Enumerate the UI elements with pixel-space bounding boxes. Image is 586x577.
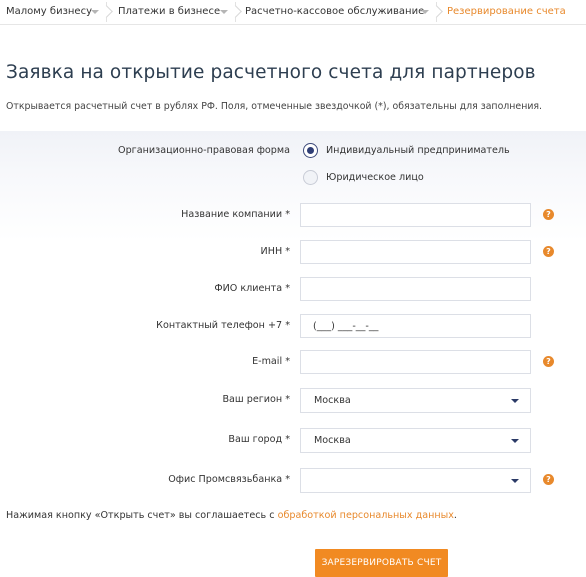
consent-prefix: Нажимая кнопку «Открыть счет» вы соглаша… bbox=[6, 510, 278, 521]
client-name-label: ФИО клиента * bbox=[214, 283, 290, 294]
breadcrumb: Малому бизнесу Платежи в бизнесе Расчетн… bbox=[0, 0, 586, 25]
help-icon[interactable]: ? bbox=[543, 474, 554, 485]
help-icon[interactable]: ? bbox=[543, 209, 554, 220]
radio-individual-entrepreneur-label[interactable]: Индивидуальный предприниматель bbox=[326, 145, 510, 156]
radio-legal-entity-label[interactable]: Юридическое лицо bbox=[326, 172, 424, 183]
required-fields-note: Открывается расчетный счет в рублях РФ. … bbox=[6, 101, 543, 112]
company-name-input[interactable] bbox=[300, 203, 531, 227]
radio-legal-entity[interactable] bbox=[303, 170, 318, 185]
phone-label: Контактный телефон +7 * bbox=[156, 320, 290, 331]
office-label: Офис Промсвязьбанка * bbox=[168, 474, 290, 485]
city-label: Ваш город * bbox=[228, 434, 290, 445]
personal-data-link[interactable]: обработкой персональных данных bbox=[278, 510, 454, 521]
chevron-down-icon[interactable] bbox=[421, 10, 429, 14]
company-name-label: Название компании * bbox=[181, 209, 290, 220]
consent-text: Нажимая кнопку «Открыть счет» вы соглаша… bbox=[6, 510, 457, 521]
breadcrumb-item-business-payments[interactable]: Платежи в бизнесе bbox=[118, 0, 220, 24]
caret-down-icon bbox=[511, 439, 519, 443]
chevron-down-icon[interactable] bbox=[91, 10, 99, 14]
email-label: E-mail * bbox=[252, 356, 290, 367]
radio-individual-entrepreneur[interactable] bbox=[303, 143, 318, 158]
breadcrumb-item-cash-services[interactable]: Расчетно-кассовое обслуживание bbox=[245, 0, 424, 24]
client-name-input[interactable] bbox=[300, 277, 531, 301]
region-select-value: Москва bbox=[314, 395, 351, 406]
city-select-value: Москва bbox=[314, 435, 351, 446]
breadcrumb-item-account-reservation: Резервирование счета bbox=[447, 6, 566, 17]
inn-input[interactable] bbox=[300, 240, 531, 264]
breadcrumb-separator bbox=[235, 2, 236, 22]
help-icon[interactable]: ? bbox=[543, 356, 554, 367]
office-select[interactable] bbox=[300, 468, 531, 493]
inn-label: ИНН * bbox=[260, 246, 290, 257]
city-select[interactable]: Москва bbox=[300, 428, 531, 453]
region-label: Ваш регион * bbox=[222, 394, 290, 405]
breadcrumb-item-small-business[interactable]: Малому бизнесу bbox=[6, 0, 92, 24]
help-icon[interactable]: ? bbox=[543, 246, 554, 257]
caret-down-icon bbox=[511, 399, 519, 403]
region-select[interactable]: Москва bbox=[300, 388, 531, 413]
phone-input[interactable] bbox=[300, 314, 531, 338]
consent-suffix: . bbox=[453, 510, 457, 521]
breadcrumb-separator bbox=[106, 2, 107, 22]
email-input[interactable] bbox=[300, 350, 531, 374]
reserve-account-button[interactable]: ЗАРЕЗЕРВИРОВАТЬ СЧЕТ bbox=[315, 549, 448, 577]
caret-down-icon bbox=[511, 479, 519, 483]
legal-form-label: Организационно-правовая форма bbox=[118, 145, 290, 156]
breadcrumb-separator bbox=[436, 2, 437, 22]
page-title: Заявка на открытие расчетного счета для … bbox=[6, 62, 536, 83]
chevron-down-icon[interactable] bbox=[220, 10, 228, 14]
